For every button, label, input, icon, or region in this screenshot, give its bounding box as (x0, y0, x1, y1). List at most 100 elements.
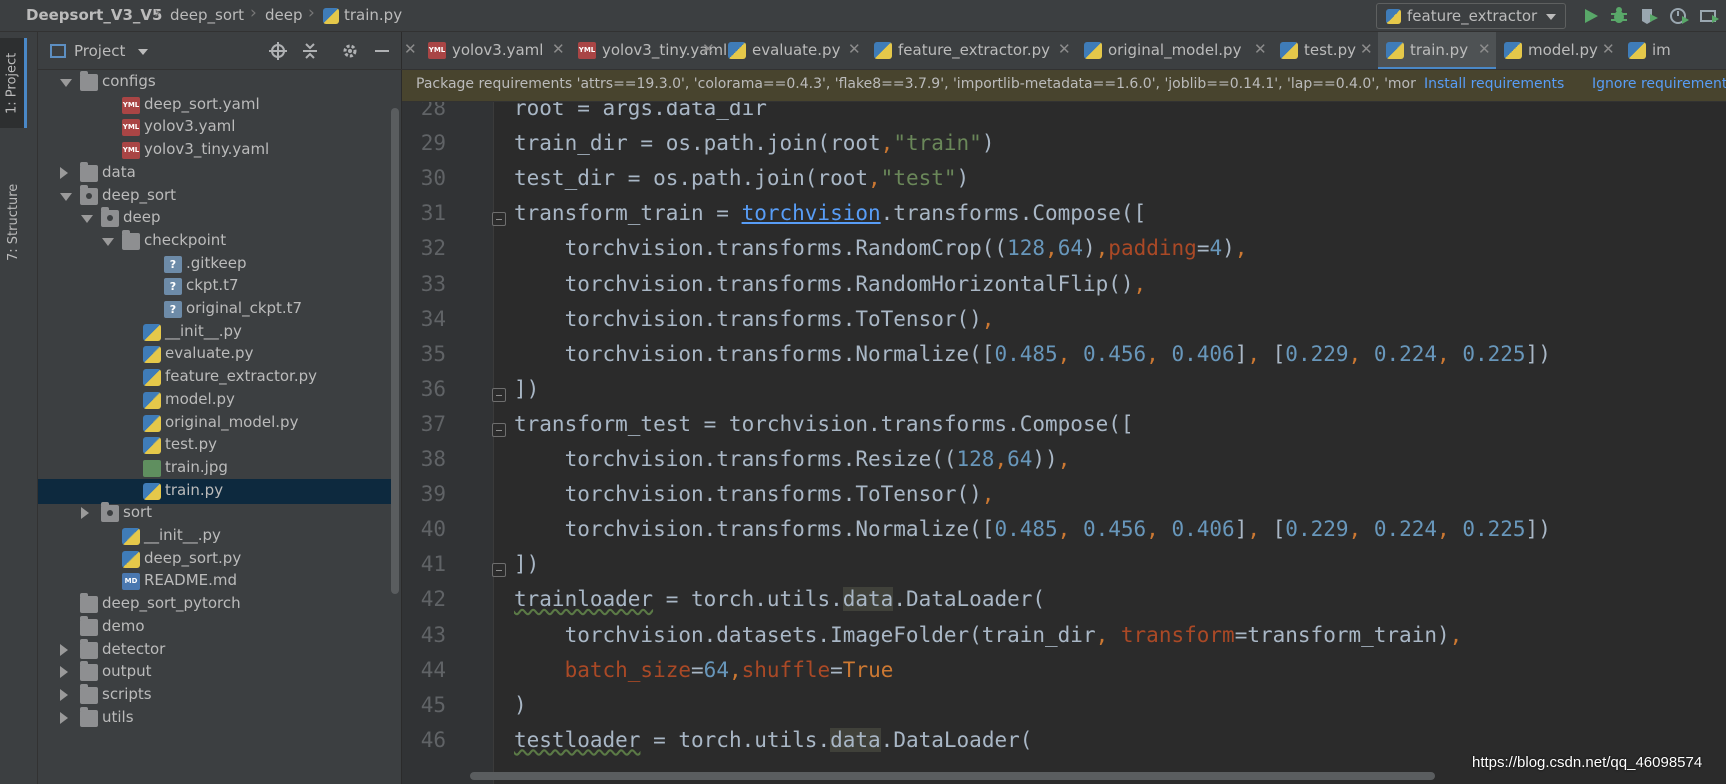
chevron-down-icon[interactable] (81, 215, 93, 224)
tree-item[interactable]: YML deep_sort.yaml (38, 93, 396, 118)
tree-item[interactable]: feature_extractor.py (38, 365, 396, 390)
code-token: train_dir = os.path.join(root (514, 131, 881, 156)
tree-item[interactable]: data (38, 161, 396, 186)
close-icon[interactable]: ✕ (1360, 40, 1373, 58)
tree-item[interactable]: deep (38, 206, 396, 231)
editor-horizontal-scrollbar[interactable] (470, 772, 1435, 780)
close-icon[interactable]: ✕ (1058, 40, 1071, 58)
breadcrumb-project[interactable]: Deepsort_V3_V5 (26, 6, 162, 24)
code-token: 64 (703, 657, 729, 682)
tree-item[interactable]: sort (38, 501, 396, 526)
fold-marker-icon[interactable] (492, 212, 506, 227)
code-token: shuffle (741, 657, 831, 682)
line-number: 43 (420, 622, 446, 647)
run-configuration-select[interactable]: feature_extractor (1376, 3, 1566, 29)
code-token: )) (1032, 447, 1058, 471)
debug-icon[interactable] (1608, 6, 1630, 26)
chevron-right-icon[interactable] (60, 666, 68, 679)
chevron-right-icon[interactable] (60, 688, 68, 701)
editor-tab[interactable]: im (1620, 32, 1680, 69)
tree-item[interactable]: evaluate.py (38, 342, 396, 367)
chevron-right-icon[interactable] (60, 711, 68, 724)
coverage-icon[interactable] (1638, 6, 1660, 26)
breadcrumb-deep-sort[interactable]: deep_sort (170, 6, 244, 24)
close-icon[interactable]: ✕ (1254, 40, 1267, 58)
code-token: 0.456 (1082, 517, 1147, 542)
project-view-select[interactable]: Project (74, 42, 125, 60)
line-number: 46 (420, 727, 446, 752)
locate-icon[interactable] (268, 41, 288, 61)
breadcrumb-deep[interactable]: deep (265, 6, 303, 24)
tree-item-label: utils (102, 707, 134, 726)
breadcrumb-train-py[interactable]: train.py (344, 6, 402, 24)
code-token: torchvision.transforms.ToTensor() (514, 306, 982, 331)
run-icon[interactable] (1580, 6, 1602, 26)
chevron-right-icon[interactable] (60, 166, 68, 179)
editor-tab[interactable]: model.py ✕ (1496, 32, 1620, 69)
fold-marker-icon[interactable] (492, 387, 506, 402)
chevron-right-icon[interactable] (60, 643, 68, 656)
minimize-icon[interactable] (372, 41, 392, 61)
tree-item[interactable]: output (38, 660, 396, 685)
close-icon[interactable]: ✕ (404, 40, 417, 58)
chevron-right-icon[interactable] (81, 507, 89, 520)
chevron-down-icon[interactable] (102, 237, 114, 246)
package-icon (101, 207, 119, 228)
tree-item[interactable]: deep_sort (38, 184, 396, 209)
gear-icon[interactable] (340, 41, 360, 61)
tree-item[interactable]: scripts (38, 683, 396, 708)
chevron-down-icon[interactable] (138, 49, 148, 55)
line-number: 32 (420, 236, 446, 261)
more-icon[interactable] (1698, 6, 1720, 26)
editor-tab[interactable]: test.py ✕ (1272, 32, 1378, 69)
code-editor[interactable]: 28 29 30 31 32 33 34 35 36 37 38 39 40 41 42 43 44 45 46 r… (402, 102, 1726, 784)
tree-item[interactable]: configs (38, 70, 396, 95)
editor-tab[interactable]: original_model.py ✕ (1076, 32, 1272, 69)
code-token: ]) (514, 376, 540, 401)
editor-tab[interactable]: evaluate.py ✕ (720, 32, 866, 69)
install-requirements-link[interactable]: Install requirements (1424, 76, 1564, 92)
code-token: .DataLoader( (880, 727, 1033, 752)
close-icon[interactable]: ✕ (1478, 40, 1491, 58)
tree-item[interactable]: model.py (38, 388, 396, 413)
tree-item[interactable]: deep_sort.py (38, 547, 396, 572)
editor-tab-label: original_model.py (1108, 41, 1242, 59)
close-icon[interactable]: ✕ (702, 40, 715, 58)
tree-item[interactable]: YML yolov3.yaml (38, 115, 396, 140)
collapse-all-icon[interactable] (300, 41, 320, 61)
tree-item[interactable]: ? original_ckpt.t7 (38, 297, 396, 322)
editor-tab[interactable]: YML yolov3.yaml ✕ (420, 32, 570, 69)
fold-marker-icon[interactable] (492, 563, 506, 578)
tree-item[interactable]: __init__.py (38, 524, 396, 549)
profile-icon[interactable] (1668, 6, 1690, 26)
tree-item[interactable]: detector (38, 638, 396, 663)
tree-item[interactable]: checkpoint (38, 229, 396, 254)
tree-item[interactable]: train.py (38, 478, 396, 504)
tree-item[interactable]: __init__.py (38, 320, 396, 345)
tree-scrollbar[interactable] (391, 108, 399, 594)
editor-tab[interactable]: feature_extractor.py ✕ (866, 32, 1076, 69)
tree-item[interactable]: YML yolov3_tiny.yaml (38, 138, 396, 163)
tool-tab-structure[interactable]: 7: Structure (0, 172, 27, 272)
project-panel-header: Project (38, 32, 402, 70)
tree-item[interactable]: utils (38, 706, 396, 731)
fold-marker-icon[interactable] (492, 422, 506, 437)
tree-item[interactable]: test.py (38, 433, 396, 458)
yaml-file-icon: YML (428, 42, 446, 59)
tree-item[interactable]: demo (38, 615, 396, 640)
tree-item[interactable]: ? ckpt.t7 (38, 274, 396, 299)
tree-item[interactable]: original_model.py (38, 411, 396, 436)
close-icon[interactable]: ✕ (848, 40, 861, 58)
ignore-requirements-link[interactable]: Ignore requirements (1592, 76, 1726, 92)
chevron-down-icon[interactable] (60, 192, 72, 201)
editor-tab[interactable]: train.py ✕ (1378, 32, 1496, 69)
chevron-down-icon[interactable] (60, 79, 72, 87)
tool-tab-project[interactable]: 1: Project (0, 38, 27, 128)
tree-item[interactable]: MD README.md (38, 569, 396, 594)
tree-item[interactable]: deep_sort_pytorch (38, 592, 396, 617)
tree-item[interactable]: ? .gitkeep (38, 252, 396, 277)
close-icon[interactable]: ✕ (1602, 40, 1615, 58)
close-icon[interactable]: ✕ (552, 40, 565, 58)
tree-item[interactable]: train.jpg (38, 456, 396, 481)
editor-tab[interactable]: YML yolov3_tiny.yaml ✕ (570, 32, 727, 69)
